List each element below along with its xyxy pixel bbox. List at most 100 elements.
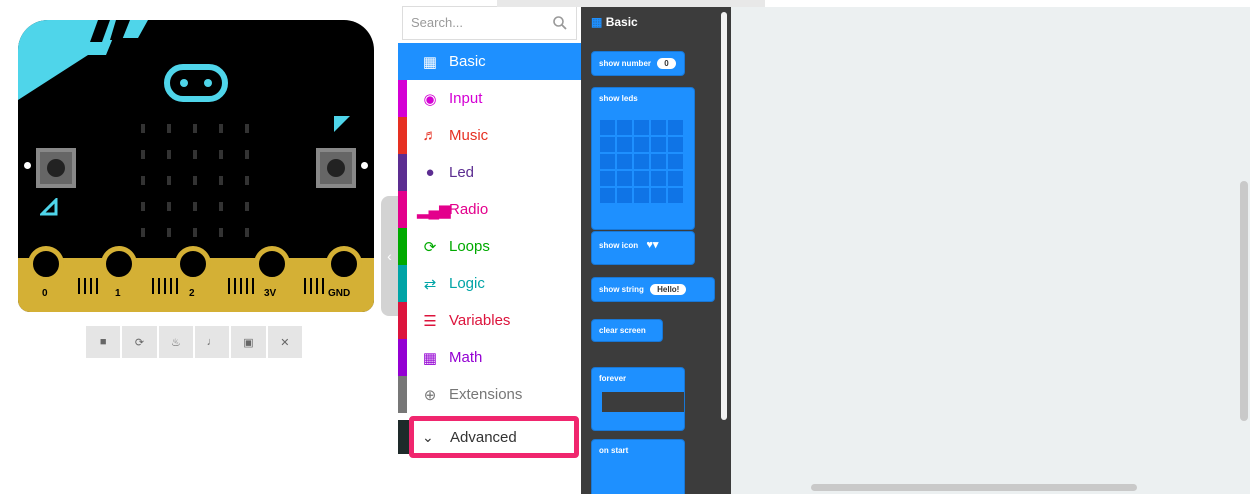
block-show-leds[interactable]: show leds	[591, 87, 695, 230]
button-b[interactable]	[316, 148, 356, 188]
category-label: Loops	[449, 238, 490, 255]
block-label: show icon	[599, 241, 639, 250]
category-label: Variables	[449, 312, 511, 329]
block-clear-screen[interactable]: clear screen	[591, 319, 663, 342]
mute-icon: ♩	[206, 336, 218, 348]
code-workspace[interactable]	[731, 7, 1250, 494]
shuffle-icon: ⇄	[423, 275, 437, 293]
fullscreen-button[interactable]: ✕	[267, 326, 302, 358]
block-show-string[interactable]: show string Hello!	[591, 277, 715, 302]
block-on-start[interactable]: on start	[591, 439, 685, 494]
plus-circle-icon: ⊕	[423, 386, 437, 404]
pin-label: 3V	[264, 288, 277, 299]
grid-icon: ▦	[591, 15, 603, 29]
collapse-simulator-handle[interactable]: ‹	[381, 196, 398, 316]
grid-icon: ▦	[422, 53, 438, 71]
block-label: show string	[599, 285, 644, 294]
category-loops[interactable]: ⟳ Loops	[398, 228, 581, 265]
block-label: on start	[599, 446, 629, 455]
block-show-number[interactable]: show number 0	[591, 51, 685, 76]
restart-icon: ⟳	[134, 336, 145, 349]
category-music[interactable]: ♬ Music	[398, 117, 581, 154]
workspace-vertical-scrollbar[interactable]	[1240, 181, 1248, 421]
block-string-input[interactable]: Hello!	[650, 284, 687, 295]
category-label: Basic	[449, 53, 486, 70]
led-matrix[interactable]	[136, 120, 261, 250]
fullscreen-icon: ✕	[280, 336, 290, 349]
pin-gnd-hole[interactable]	[326, 246, 362, 282]
category-label: Led	[449, 164, 475, 181]
search-box[interactable]	[402, 6, 577, 40]
category-advanced[interactable]: ⌄ Advanced	[409, 416, 579, 458]
block-number-input[interactable]: 0	[657, 58, 676, 69]
restart-button[interactable]: ⟳	[122, 326, 157, 358]
search-input[interactable]	[411, 15, 541, 30]
category-label: Logic	[449, 275, 485, 292]
block-label: show leds	[599, 94, 638, 103]
category-label: Radio	[449, 201, 489, 218]
refresh-icon: ⟳	[423, 238, 437, 256]
flyout-scrollbar[interactable]	[721, 12, 727, 420]
category-label: Extensions	[449, 386, 523, 403]
pin-label: 1	[115, 288, 121, 299]
blocks-flyout: ▦ Basic show number 0 show leds show ico…	[581, 7, 731, 494]
screenshot-button[interactable]: ▣	[231, 326, 266, 358]
block-forever[interactable]: forever	[591, 367, 685, 431]
microbit-logo	[164, 64, 228, 102]
signal-bars-icon: ▂▄▆	[417, 201, 451, 219]
category-math[interactable]: ▦ Math	[398, 339, 581, 376]
search-icon[interactable]	[552, 15, 568, 31]
category-radio[interactable]: ▂▄▆ Radio	[398, 191, 581, 228]
flyout-title-text: Basic	[605, 15, 638, 29]
workspace-horizontal-scrollbar[interactable]	[811, 484, 1137, 491]
category-logic[interactable]: ⇄ Logic	[398, 265, 581, 302]
category-label: Music	[449, 127, 489, 144]
advanced-label: Advanced	[450, 428, 517, 446]
simulator-toolbar: ■ ⟳ ♨ ♩ ▣ ✕	[86, 326, 302, 358]
chevron-left-icon: ‹	[387, 248, 392, 264]
board-corner-graphic	[18, 20, 148, 100]
button-b-label	[334, 116, 350, 132]
pin-label: GND	[328, 288, 351, 299]
list-icon: ☰	[423, 312, 437, 330]
category-basic[interactable]: ▦ Basic	[398, 43, 581, 80]
pin-0-hole[interactable]	[28, 246, 64, 282]
stop-button[interactable]: ■	[86, 326, 121, 358]
block-label: clear screen	[599, 326, 646, 335]
category-variables[interactable]: ☰ Variables	[398, 302, 581, 339]
block-label: show number	[599, 59, 652, 68]
category-label: Input	[449, 90, 483, 107]
pin-2-hole[interactable]	[175, 246, 211, 282]
led-grid-input[interactable]	[600, 120, 683, 203]
stop-icon: ■	[99, 336, 107, 348]
category-input[interactable]: ◉ Input	[398, 80, 581, 117]
category-extensions[interactable]: ⊕ Extensions	[398, 376, 581, 413]
debug-button[interactable]: ♨	[158, 326, 193, 358]
chevron-down-icon: ⌄	[422, 428, 434, 445]
screenshot-icon: ▣	[243, 336, 254, 349]
top-border-strip	[497, 0, 765, 7]
edge-connector: 0 1 2 3V GND	[18, 246, 374, 312]
headphones-icon: ♬	[422, 127, 438, 144]
toggle-icon: ●	[425, 164, 435, 181]
mute-button[interactable]: ♩	[194, 326, 230, 358]
button-a-indicator	[24, 162, 31, 169]
category-label: Math	[449, 349, 483, 366]
button-a[interactable]	[36, 148, 76, 188]
pin-1-hole[interactable]	[101, 246, 137, 282]
flyout-title: ▦ Basic	[591, 15, 638, 29]
calculator-icon: ▦	[422, 349, 438, 367]
button-b-indicator	[361, 162, 368, 169]
block-show-icon[interactable]: show icon ♥▾	[591, 231, 695, 265]
button-a-label	[40, 198, 58, 216]
debug-icon: ♨	[170, 336, 181, 349]
microbit-board: 0 1 2 3V GND	[18, 20, 374, 312]
pin-label: 0	[42, 288, 48, 299]
category-led[interactable]: ● Led	[398, 154, 581, 191]
block-label: forever	[599, 374, 627, 383]
heart-icon[interactable]: ♥▾	[646, 239, 658, 251]
pin-3v-hole[interactable]	[254, 246, 290, 282]
simulator-panel: 0 1 2 3V GND ■ ⟳ ♨ ♩ ▣ ✕ ‹	[0, 0, 398, 494]
block-slot	[602, 392, 684, 412]
pin-label: 2	[189, 288, 195, 299]
